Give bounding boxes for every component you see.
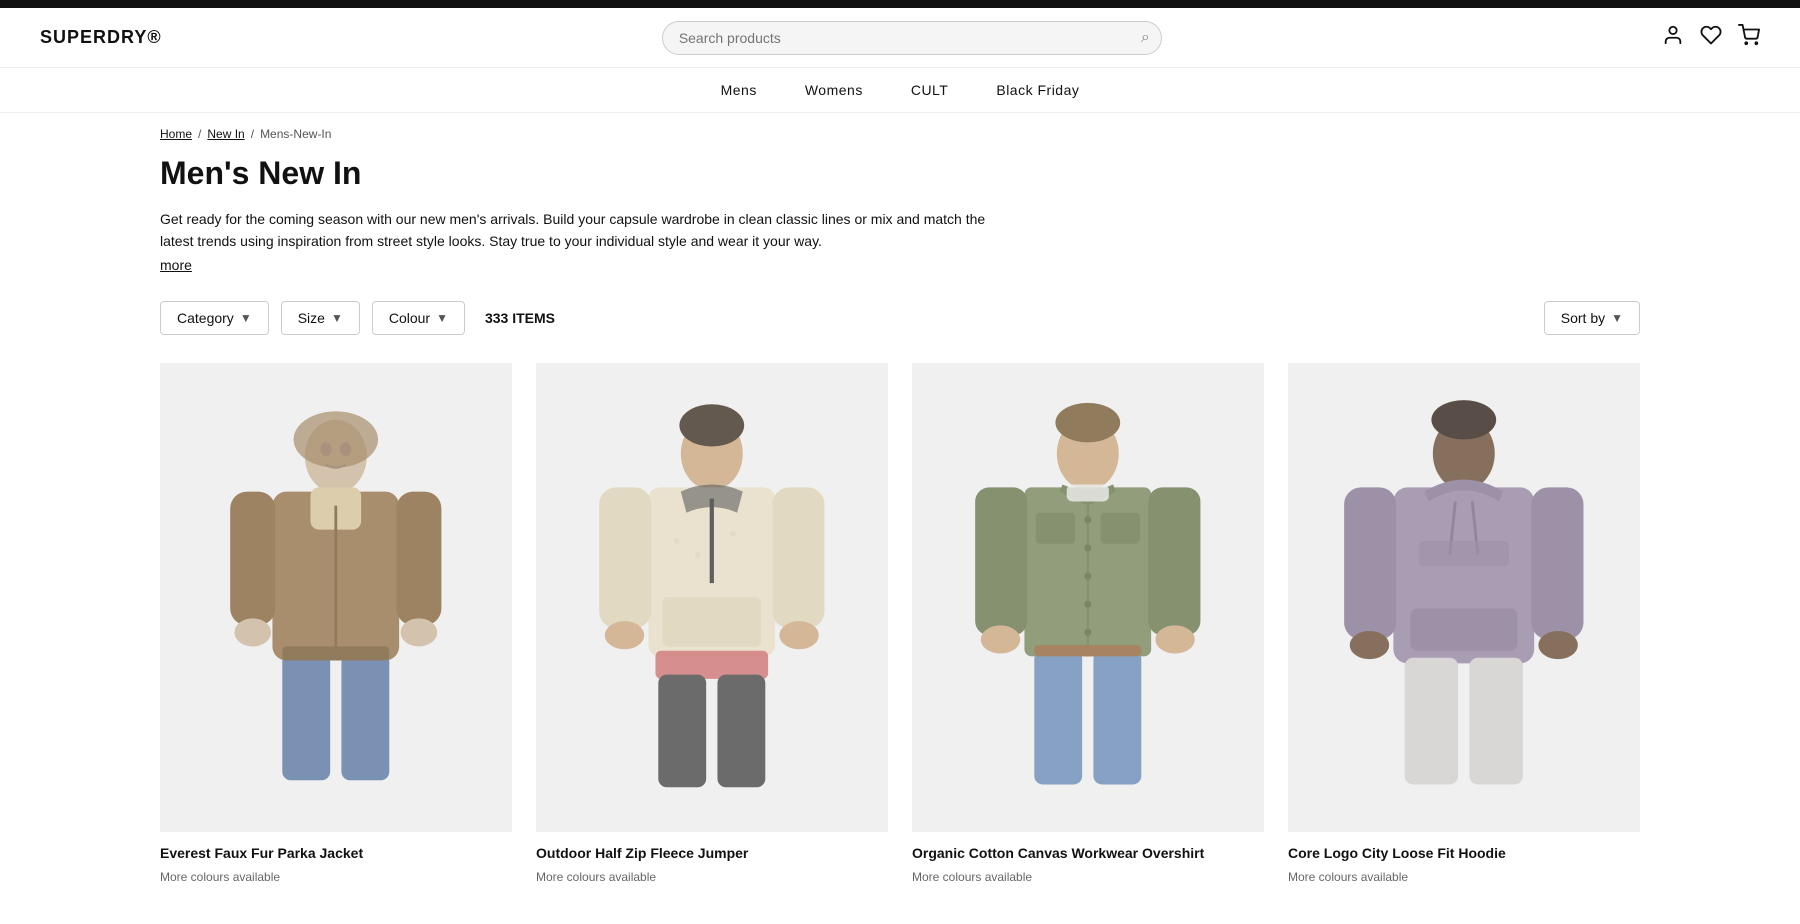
category-chevron-icon: ▼: [240, 311, 252, 325]
size-filter-label: Size: [298, 310, 325, 326]
product-card-2[interactable]: Outdoor Half Zip Fleece Jumper More colo…: [536, 363, 888, 884]
product-image-1: [160, 363, 512, 832]
items-count: 333 ITEMS: [485, 310, 555, 326]
product-name-4: Core Logo City Loose Fit Hoodie: [1288, 844, 1640, 864]
main-nav: Mens Womens CULT Black Friday: [0, 68, 1800, 113]
breadcrumb-sep-1: /: [198, 127, 201, 141]
search-wrapper: ⌕: [662, 21, 1162, 55]
more-link[interactable]: more: [160, 257, 192, 273]
sort-label: Sort by: [1561, 310, 1605, 326]
search-input[interactable]: [662, 21, 1162, 55]
product-image-3: [912, 363, 1264, 832]
nav-item-black-friday[interactable]: Black Friday: [996, 82, 1079, 98]
breadcrumb-new-in[interactable]: New In: [207, 127, 244, 141]
size-filter[interactable]: Size ▼: [281, 301, 360, 335]
product-image-2: [536, 363, 888, 832]
colour-filter[interactable]: Colour ▼: [372, 301, 465, 335]
page-title: Men's New In: [160, 155, 1640, 192]
search-bar: ⌕: [662, 21, 1162, 55]
product-svg-3: [947, 386, 1229, 808]
cart-icon[interactable]: [1738, 24, 1760, 52]
product-name-2: Outdoor Half Zip Fleece Jumper: [536, 844, 888, 864]
breadcrumb-sep-2: /: [251, 127, 254, 141]
logo[interactable]: SUPERDRY®: [40, 27, 162, 48]
product-subtitle-3: More colours available: [912, 870, 1264, 884]
product-svg-4: [1323, 386, 1605, 808]
nav-item-cult[interactable]: CULT: [911, 82, 949, 98]
product-image-4: [1288, 363, 1640, 832]
product-name-3: Organic Cotton Canvas Workwear Overshirt: [912, 844, 1264, 864]
product-svg-1: [195, 386, 477, 808]
sort-button[interactable]: Sort by ▼: [1544, 301, 1640, 335]
nav-item-womens[interactable]: Womens: [805, 82, 863, 98]
filters-row: Category ▼ Size ▼ Colour ▼ 333 ITEMS Sor…: [160, 301, 1640, 335]
breadcrumb: Home / New In / Mens-New-In: [0, 113, 1800, 155]
product-name-1: Everest Faux Fur Parka Jacket: [160, 844, 512, 864]
product-card-3[interactable]: Organic Cotton Canvas Workwear Overshirt…: [912, 363, 1264, 884]
product-subtitle-1: More colours available: [160, 870, 512, 884]
top-bar: [0, 0, 1800, 8]
breadcrumb-home[interactable]: Home: [160, 127, 192, 141]
product-svg-2: [571, 386, 853, 808]
account-icon[interactable]: [1662, 24, 1684, 52]
category-filter[interactable]: Category ▼: [160, 301, 269, 335]
header: SUPERDRY® ⌕: [0, 8, 1800, 68]
nav-item-mens[interactable]: Mens: [721, 82, 757, 98]
filters-left: Category ▼ Size ▼ Colour ▼ 333 ITEMS: [160, 301, 555, 335]
products-grid: Everest Faux Fur Parka Jacket More colou…: [160, 363, 1640, 884]
product-subtitle-2: More colours available: [536, 870, 888, 884]
colour-chevron-icon: ▼: [436, 311, 448, 325]
category-filter-label: Category: [177, 310, 234, 326]
product-card-4[interactable]: Core Logo City Loose Fit Hoodie More col…: [1288, 363, 1640, 884]
colour-filter-label: Colour: [389, 310, 430, 326]
header-icons: [1662, 24, 1760, 52]
size-chevron-icon: ▼: [331, 311, 343, 325]
main-content: Men's New In Get ready for the coming se…: [0, 155, 1800, 924]
product-card-1[interactable]: Everest Faux Fur Parka Jacket More colou…: [160, 363, 512, 884]
page-description: Get ready for the coming season with our…: [160, 208, 1020, 253]
sort-chevron-icon: ▼: [1611, 311, 1623, 325]
wishlist-icon[interactable]: [1700, 24, 1722, 52]
product-subtitle-4: More colours available: [1288, 870, 1640, 884]
breadcrumb-current: Mens-New-In: [260, 127, 331, 141]
